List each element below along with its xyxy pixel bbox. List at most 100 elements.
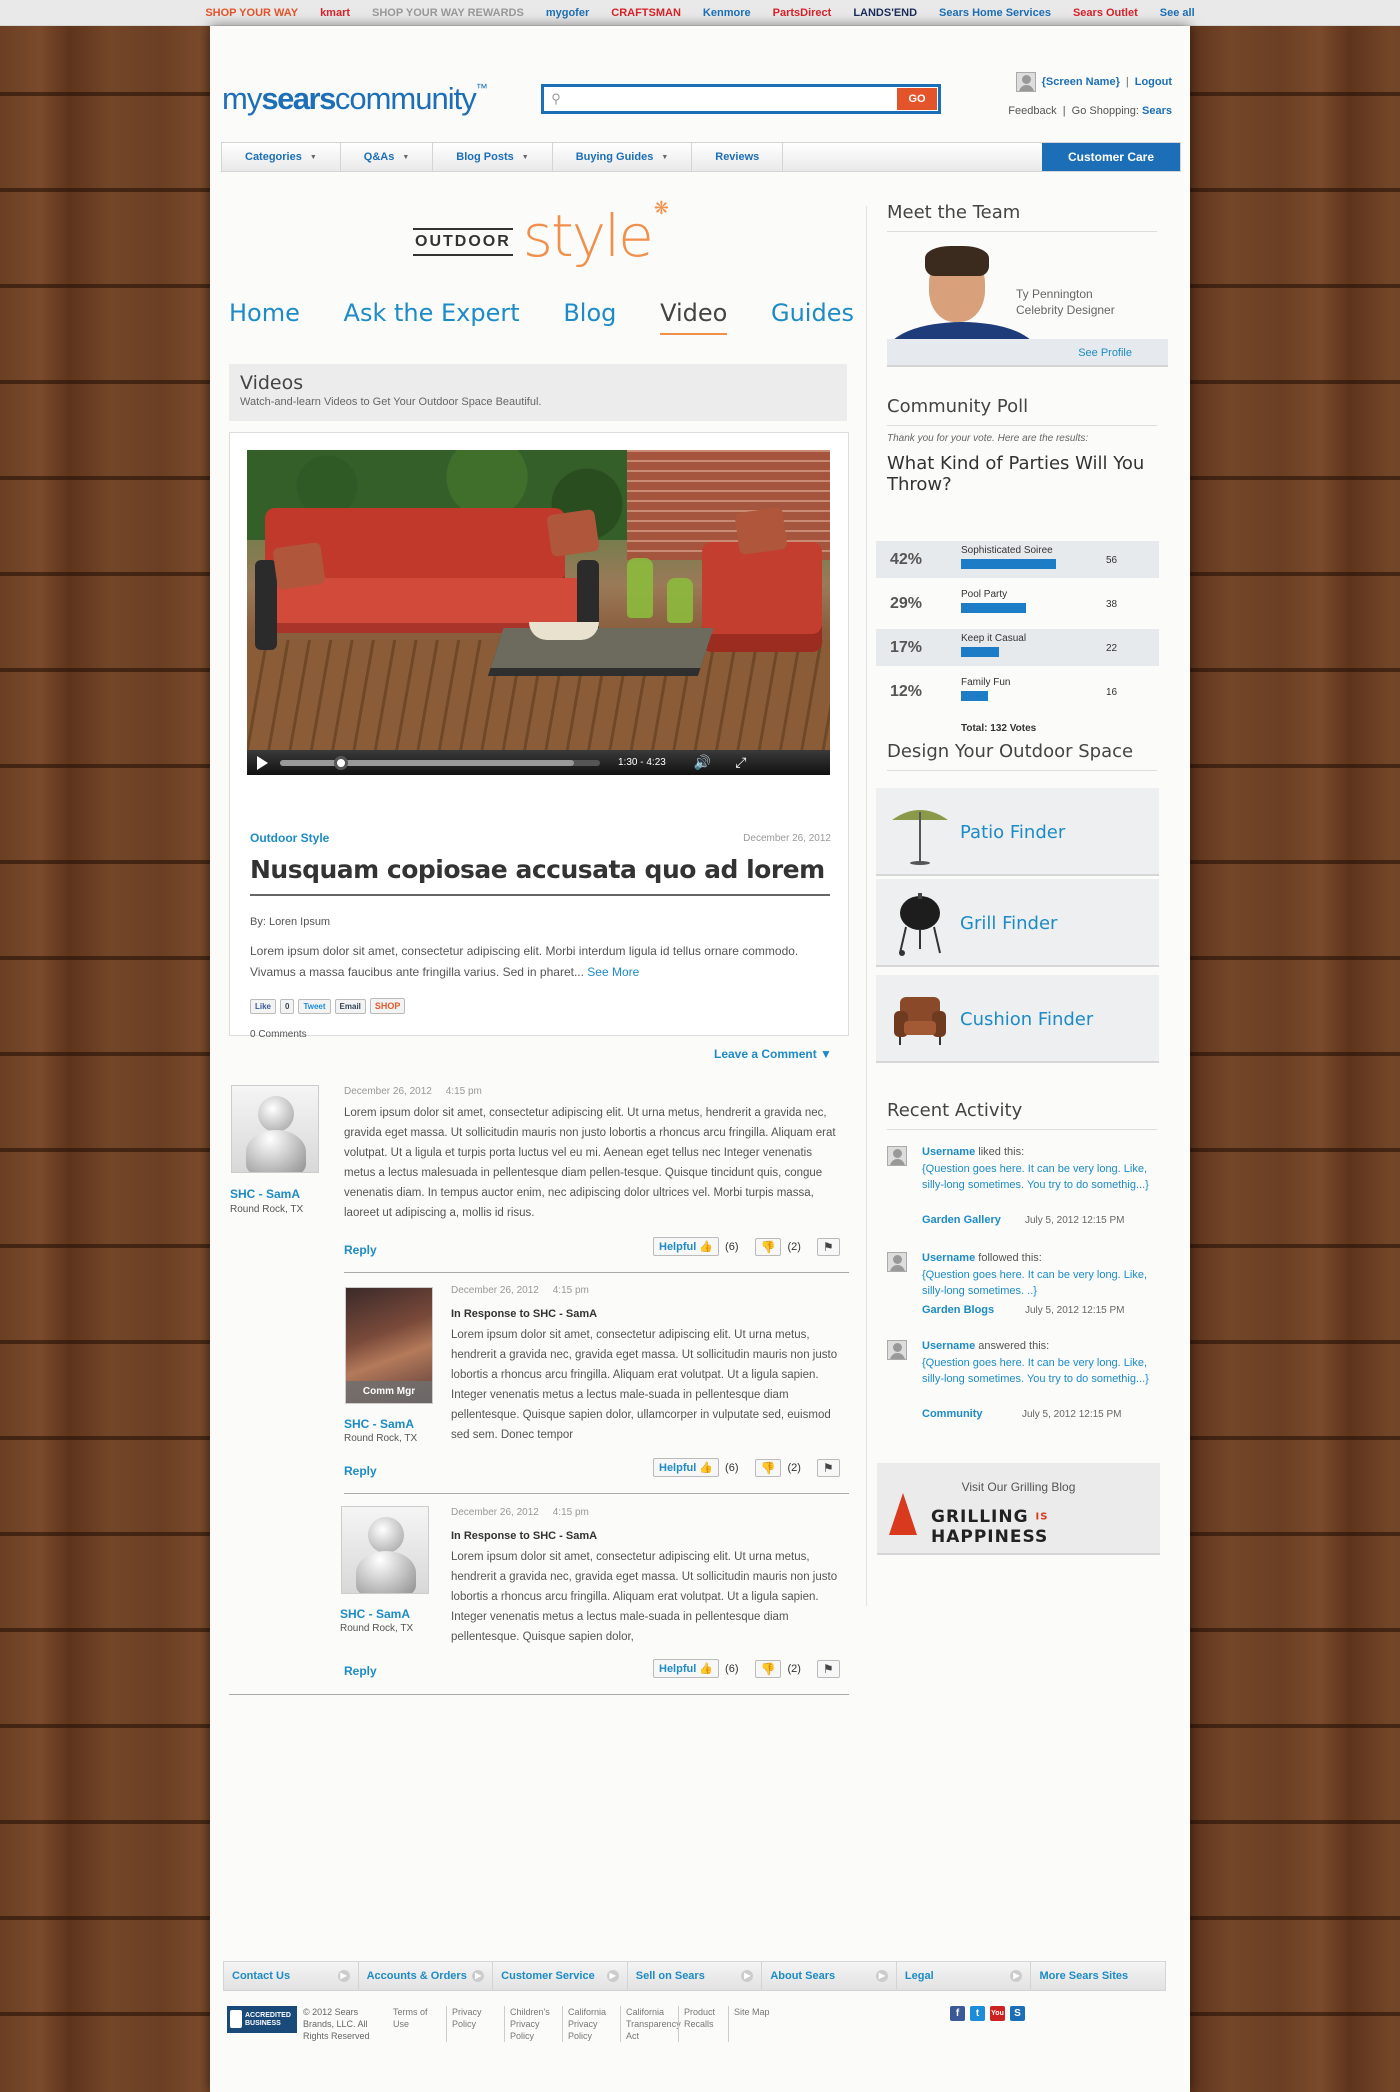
brand-link[interactable]: PartsDirect <box>773 7 832 19</box>
footer-nav-item[interactable]: Accounts & Orders ▶ <box>359 1962 494 1990</box>
subnav-video[interactable]: Video <box>660 299 728 335</box>
subnav-blog[interactable]: Blog <box>563 299 616 335</box>
comment-author[interactable]: SHC - SamA <box>340 1607 410 1621</box>
nav-categories[interactable]: Categories ▼ <box>222 143 341 171</box>
flag-icon[interactable]: ⚑ <box>816 1237 840 1256</box>
comment-author[interactable]: SHC - SamA <box>344 1417 414 1431</box>
comment-avatar-photo[interactable]: Comm Mgr <box>345 1287 433 1404</box>
fullscreen-icon[interactable]: ⤢ <box>735 754 746 771</box>
search-go-button[interactable]: GO <box>897 88 937 110</box>
chevron-right-icon: ▶ <box>606 1970 619 1982</box>
see-more-link[interactable]: See More <box>587 965 639 979</box>
tweet-button[interactable]: Tweet <box>298 998 331 1014</box>
comment-author[interactable]: SHC - SamA <box>230 1187 300 1201</box>
footer-link[interactable]: Site Map <box>728 2006 778 2042</box>
brand-link[interactable]: SHOP YOUR WAY REWARDS <box>372 7 524 19</box>
video-progress-bar[interactable] <box>280 755 600 770</box>
helpful-button[interactable]: Helpful 👍 <box>653 1458 720 1477</box>
activity-username[interactable]: Username <box>922 1252 975 1264</box>
patio-finder[interactable]: Patio Finder <box>876 788 1159 876</box>
activity-source-link[interactable]: Garden Blogs <box>922 1304 994 1316</box>
customer-care-button[interactable]: Customer Care <box>1041 143 1180 171</box>
thumbs-down-icon[interactable]: 👎 <box>754 1237 782 1256</box>
cushion-finder[interactable]: Cushion Finder <box>876 975 1159 1063</box>
leave-comment-link[interactable]: Leave a Comment ▼ <box>714 1047 832 1061</box>
feedback-link[interactable]: Feedback <box>1008 105 1056 117</box>
footer-link[interactable]: California Privacy Policy <box>562 2006 620 2042</box>
footer-nav-item[interactable]: Sell on Sears ▶ <box>628 1962 763 1990</box>
shop-your-way-share-button[interactable]: SHOP <box>369 998 406 1014</box>
shop-row: Feedback | Go Shopping: Sears <box>1008 105 1172 117</box>
reply-link[interactable]: Reply <box>344 1464 377 1478</box>
subnav-ask-the-expert[interactable]: Ask the Expert <box>344 299 520 335</box>
video-category[interactable]: Outdoor Style <box>250 831 329 845</box>
outdoor-style-logo[interactable]: OUTDOOR style ❋ <box>413 198 677 276</box>
video-player[interactable] <box>247 450 830 750</box>
nav-buying-guides[interactable]: Buying Guides ▼ <box>553 143 693 171</box>
brand-link[interactable]: Sears Outlet <box>1073 7 1138 19</box>
helpful-button[interactable]: Helpful 👍 <box>653 1659 720 1678</box>
brand-link[interactable]: SHOP YOUR WAY <box>205 7 298 19</box>
logout-link[interactable]: Logout <box>1135 76 1172 88</box>
reply-link[interactable]: Reply <box>344 1243 377 1257</box>
brand-link[interactable]: LANDS'END <box>853 7 917 19</box>
mysearscommunity-logo[interactable]: mysearscommunity™ <box>222 81 488 117</box>
thumbs-down-icon[interactable]: 👎 <box>754 1458 782 1477</box>
facebook-like-button[interactable]: Like <box>250 998 277 1014</box>
see-profile-link[interactable]: See Profile <box>1078 347 1132 359</box>
footer-link[interactable]: Children's Privacy Policy <box>504 2006 562 2042</box>
footer-link[interactable]: California Transparency Act <box>620 2006 681 2042</box>
grilling-blog-promo[interactable]: Visit Our Grilling Blog GRILLING IS HAPP… <box>877 1463 1160 1555</box>
screen-name-link[interactable]: {Screen Name} <box>1042 76 1120 88</box>
video-scrubber-handle[interactable] <box>334 755 348 770</box>
brand-link[interactable]: mygofer <box>546 7 589 19</box>
brand-link[interactable]: kmart <box>320 7 350 19</box>
brand-link[interactable]: See all <box>1160 7 1195 19</box>
footer-nav: Contact Us ▶ Accounts & Orders ▶ Customer Se… <box>223 1961 1166 1991</box>
nav-blog-posts[interactable]: Blog Posts ▼ <box>433 143 553 171</box>
facebook-icon[interactable]: f <box>950 2006 965 2021</box>
footer-nav-item[interactable]: Customer Service ▶ <box>493 1962 628 1990</box>
activity-question-link[interactable]: {Question goes here. It can be very long… <box>922 1161 1157 1193</box>
shop-sears-link[interactable]: Sears <box>1142 105 1172 117</box>
helpful-button[interactable]: Helpful 👍 <box>653 1237 720 1256</box>
footer-nav-item[interactable]: Contact Us ▶ <box>224 1962 359 1990</box>
comments-count[interactable]: 0 Comments <box>250 1029 307 1040</box>
email-button[interactable]: Email <box>334 998 366 1014</box>
bbb-accredited-badge[interactable]: ACCREDITED BUSINESS <box>227 2006 297 2033</box>
subnav-home[interactable]: Home <box>229 299 300 335</box>
footer-link[interactable]: Privacy Policy <box>446 2006 504 2042</box>
footer-nav-item[interactable]: About Sears ▶ <box>762 1962 897 1990</box>
activity-source-link[interactable]: Garden Gallery <box>922 1214 1001 1226</box>
unhelpful-count: (2) <box>787 1461 801 1474</box>
footer-nav-item[interactable]: Legal ▶ <box>897 1962 1032 1990</box>
brand-link[interactable]: CRAFTSMAN <box>611 7 681 19</box>
subnav-guides[interactable]: Guides <box>771 299 854 335</box>
footer-nav-item[interactable]: More Sears Sites <box>1031 1962 1165 1990</box>
activity-question-link[interactable]: {Question goes here. It can be very long… <box>922 1355 1157 1387</box>
activity-username[interactable]: Username <box>922 1340 975 1352</box>
brand-link[interactable]: Kenmore <box>703 7 751 19</box>
nav-qas[interactable]: Q&As ▼ <box>341 143 434 171</box>
twitter-icon[interactable]: t <box>970 2006 985 2021</box>
comment-avatar[interactable] <box>231 1085 319 1173</box>
play-icon[interactable] <box>257 755 268 770</box>
thumbs-down-icon[interactable]: 👎 <box>754 1659 782 1678</box>
flag-icon[interactable]: ⚑ <box>816 1458 840 1477</box>
flag-icon[interactable]: ⚑ <box>816 1659 840 1678</box>
footer-link[interactable]: Product Recalls <box>678 2006 728 2042</box>
grill-finder[interactable]: Grill Finder <box>876 879 1159 967</box>
nav-reviews[interactable]: Reviews <box>692 143 784 171</box>
youtube-icon[interactable]: You <box>990 2006 1005 2021</box>
grilling-is-happiness-logo: GRILLING IS HAPPINESS <box>931 1507 1049 1547</box>
reply-link[interactable]: Reply <box>344 1664 377 1678</box>
brand-link[interactable]: Sears Home Services <box>939 7 1051 19</box>
comment-avatar[interactable] <box>341 1506 429 1594</box>
activity-question-link[interactable]: {Question goes here. It can be very long… <box>922 1267 1157 1299</box>
activity-source-link[interactable]: Community <box>922 1408 983 1420</box>
search-input[interactable] <box>568 88 897 110</box>
activity-username[interactable]: Username <box>922 1146 975 1158</box>
volume-icon[interactable]: 🔊 <box>694 754 711 771</box>
footer-link[interactable]: Terms of Use <box>388 2006 446 2042</box>
shop-your-way-icon[interactable]: S <box>1010 2006 1025 2021</box>
